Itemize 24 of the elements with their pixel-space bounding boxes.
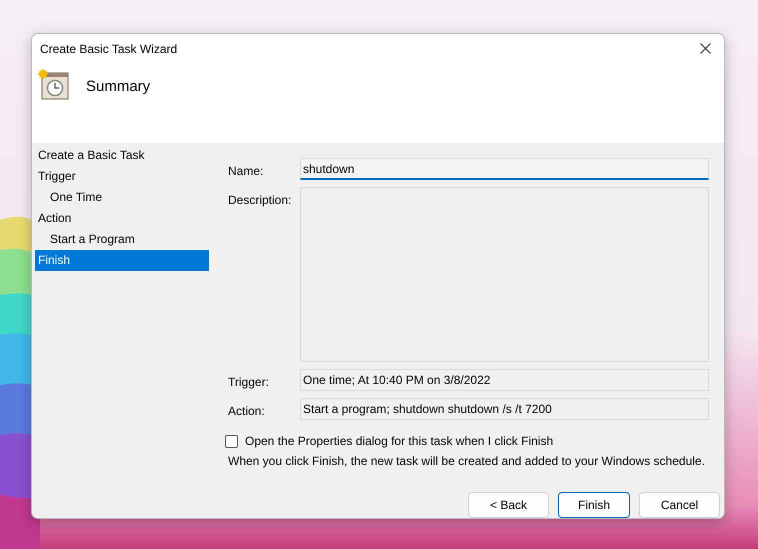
wizard-step[interactable]: Create a Basic Task bbox=[35, 145, 209, 166]
calendar-clock-icon bbox=[38, 69, 70, 101]
wizard-step[interactable]: One Time bbox=[35, 187, 209, 208]
dialog-button[interactable]: < Back bbox=[468, 492, 549, 518]
wizard-step[interactable]: Finish bbox=[35, 250, 209, 271]
wizard-step[interactable]: Start a Program bbox=[35, 229, 209, 250]
readonly-field[interactable]: One time; At 10:40 PM on 3/8/2022 bbox=[300, 369, 709, 391]
checkbox-label[interactable]: Open the Properties dialog for this task when I click Finish bbox=[245, 434, 554, 448]
description-field[interactable] bbox=[300, 187, 709, 362]
wizard-step[interactable]: Action bbox=[35, 208, 209, 229]
checkbox[interactable] bbox=[225, 434, 238, 448]
dialog-button[interactable]: Finish bbox=[558, 492, 630, 518]
field-label: Description: bbox=[228, 192, 292, 209]
wizard-step[interactable]: Trigger bbox=[35, 166, 209, 187]
field-label: Name: bbox=[228, 163, 264, 180]
field-label: Action: bbox=[228, 403, 266, 420]
readonly-field[interactable]: Start a program; shutdown shutdown /s /t 7200 bbox=[300, 398, 709, 420]
page-heading: Summary bbox=[86, 78, 150, 95]
dialog-button[interactable]: Cancel bbox=[639, 492, 720, 518]
info-text: When you click Finish, the new task will be created and added to your Windows schedule. bbox=[228, 454, 706, 468]
window-title: Create Basic Task Wizard bbox=[40, 42, 178, 56]
close-icon bbox=[700, 43, 710, 54]
name-field[interactable]: shutdown bbox=[300, 158, 709, 180]
field-label: Trigger: bbox=[228, 374, 270, 391]
